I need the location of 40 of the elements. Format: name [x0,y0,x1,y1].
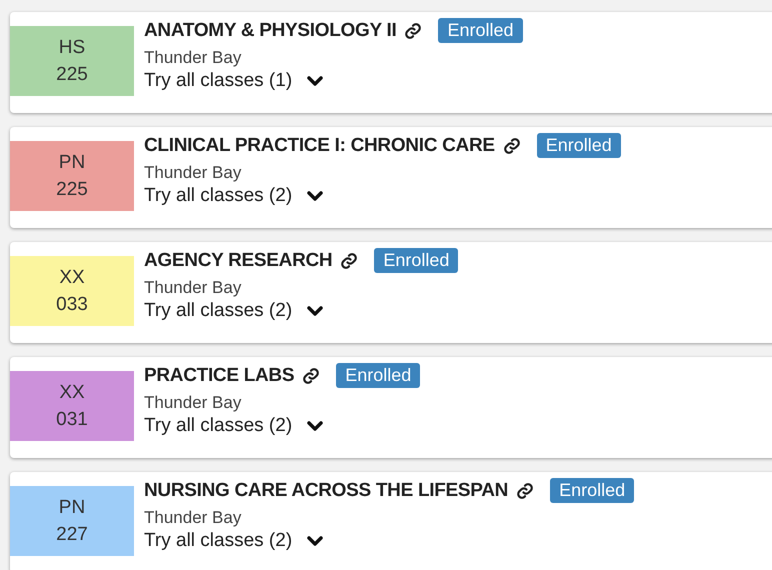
course-number: 225 [56,63,88,87]
chevron-down-icon [306,535,324,547]
campus-label: Thunder Bay [144,163,242,183]
status-badge: Enrolled [374,248,458,273]
link-icon[interactable] [404,22,422,40]
chevron-down-icon [306,420,324,432]
campus-label: Thunder Bay [144,278,242,298]
course-title: ANATOMY & PHYSIOLOGY II [144,20,396,42]
chevron-down-icon [306,75,324,87]
classes-dropdown[interactable]: Try all classes (2) [144,415,420,437]
course-title: AGENCY RESEARCH [144,250,332,272]
classes-dropdown[interactable]: Try all classes (2) [144,300,458,322]
status-badge: Enrolled [536,133,621,158]
link-icon[interactable] [502,136,521,154]
campus-label: Thunder Bay [144,48,242,68]
subject-code: XX [59,266,85,290]
campus-label: Thunder Bay [144,508,242,528]
status-badge: Enrolled [336,363,420,388]
course-number: 227 [56,523,88,547]
course-number: 033 [56,293,88,317]
subject-code: HS [58,36,86,60]
campus-label: Thunder Bay [144,393,242,413]
status-badge: Enrolled [438,18,523,43]
course-number: 225 [56,178,88,202]
course-title: CLINICAL PRACTICE I: CHRONIC CARE [144,134,495,156]
course-title: PRACTICE LABS [144,364,294,386]
classes-dropdown[interactable]: Try all classes (2) [144,185,621,207]
subject-code: PN [58,151,86,175]
subject-code: XX [59,381,85,405]
chevron-down-icon [306,305,324,317]
course-title: NURSING CARE ACROSS THE LIFESPAN [144,480,508,502]
link-icon[interactable] [340,252,358,270]
chevron-down-icon [306,190,324,202]
status-badge: Enrolled [550,478,634,503]
classes-dropdown[interactable]: Try all classes (2) [144,530,634,552]
classes-dropdown[interactable]: Try all classes (1) [144,70,523,92]
course-number: 031 [56,408,88,432]
link-icon[interactable] [302,366,320,384]
subject-code: PN [58,496,86,520]
link-icon[interactable] [516,482,534,500]
